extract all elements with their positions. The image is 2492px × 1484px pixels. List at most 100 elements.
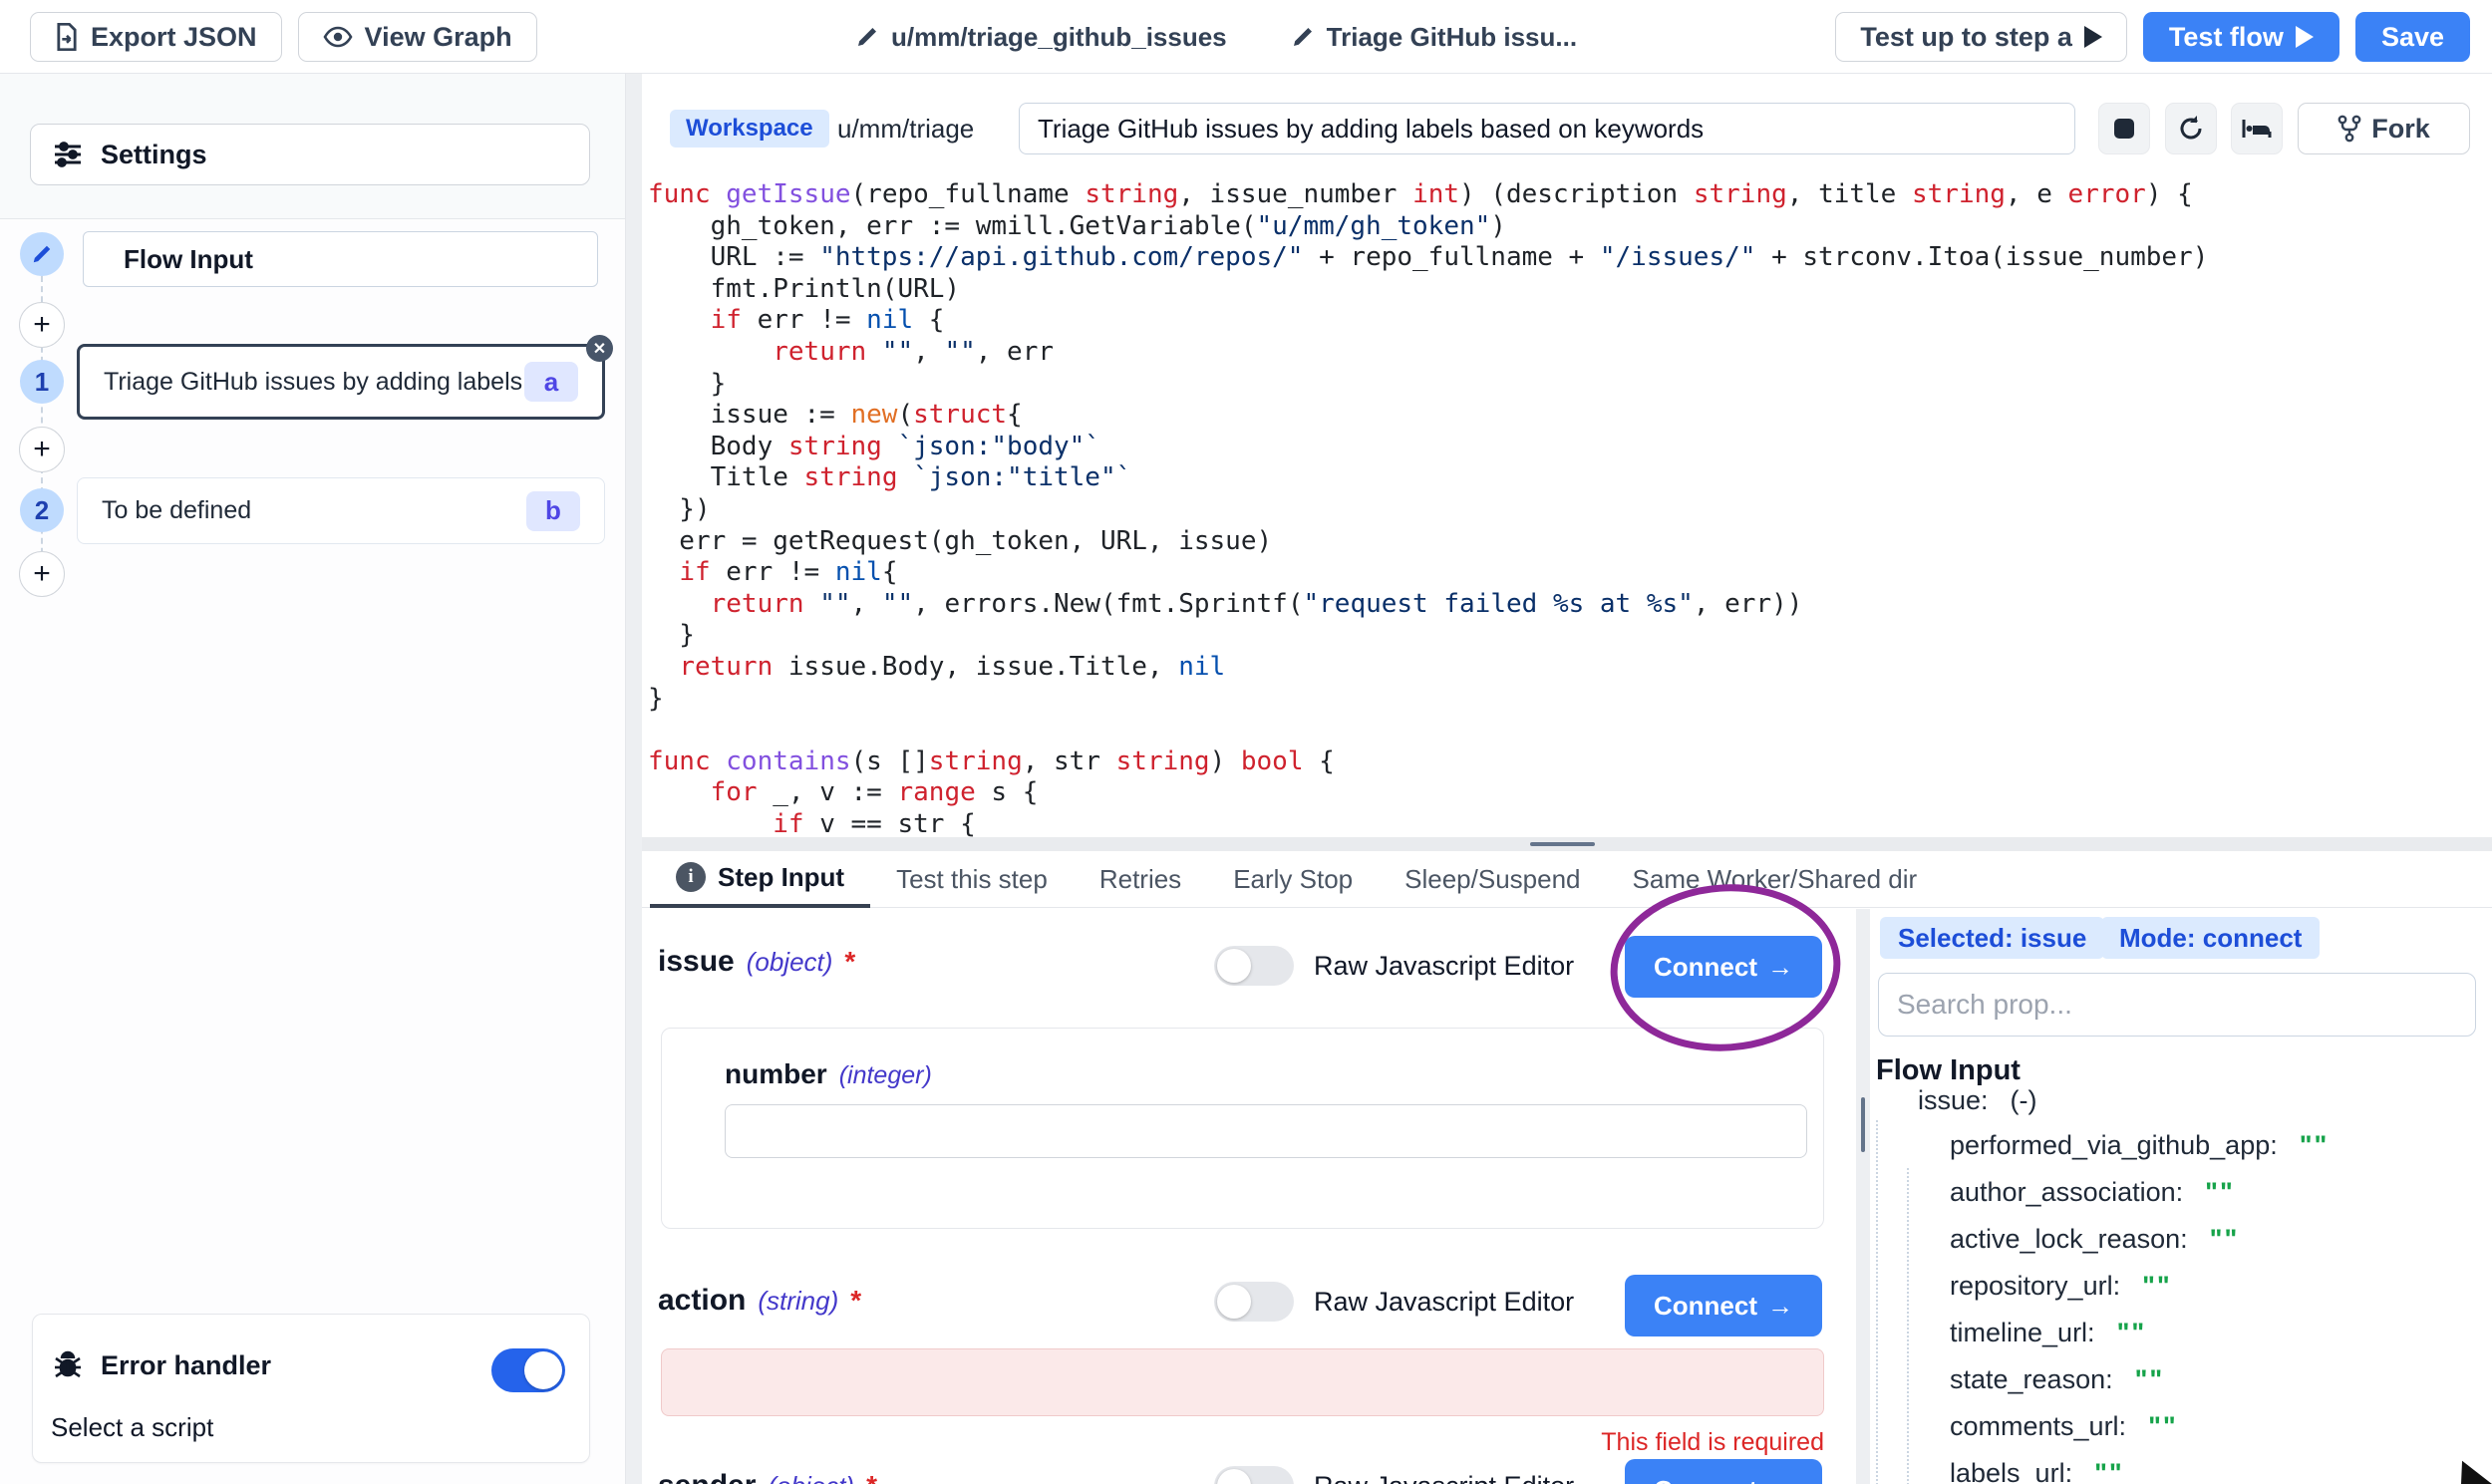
mode-badge: Mode: connect: [2101, 917, 2320, 959]
tree-item-state_reason[interactable]: state_reason:"": [1950, 1362, 2164, 1396]
number-input[interactable]: [725, 1104, 1807, 1158]
prop-key: author_association:: [1950, 1177, 2183, 1208]
error-handler-toggle[interactable]: [491, 1348, 565, 1392]
code-line: func getIssue(repo_fullname string, issu…: [648, 179, 2490, 211]
tab-label: Same Worker/Shared dir: [1633, 864, 1918, 895]
arrow-right-icon: →: [1767, 952, 1793, 983]
tree-item-labels_url[interactable]: labels_url:"": [1950, 1456, 2124, 1484]
tab-step-input[interactable]: i Step Input: [650, 851, 870, 908]
info-icon: i: [676, 862, 706, 892]
arrow-right-icon: →: [1767, 1291, 1793, 1322]
connect-button-sender[interactable]: Connect→: [1625, 1459, 1822, 1484]
step-label: Triage GitHub issues by adding labels ..…: [104, 368, 524, 397]
required-asterisk: *: [866, 1470, 877, 1484]
code-line: }: [648, 684, 2490, 716]
error-handler-card[interactable]: Error handler Select a script: [32, 1314, 590, 1463]
prop-key: repository_url:: [1950, 1271, 2120, 1302]
tree-item-timeline_url[interactable]: timeline_url:"": [1950, 1316, 2146, 1349]
tab-test-this-step[interactable]: Test this step: [870, 851, 1074, 908]
remove-step-button[interactable]: ✕: [586, 335, 613, 362]
tree-item-repository_url[interactable]: repository_url:"": [1950, 1269, 2172, 1303]
field-type-action: (string): [758, 1286, 838, 1317]
error-handler-title: Error handler: [101, 1350, 271, 1381]
action-input-error[interactable]: [661, 1348, 1824, 1416]
view-graph-button[interactable]: View Graph: [298, 12, 537, 62]
step-summary-input[interactable]: [1019, 103, 2075, 154]
code-line: for _, v := range s {: [648, 777, 2490, 809]
play-icon: [2296, 26, 2314, 48]
step-number-1: 1: [20, 360, 64, 404]
resizer-grip[interactable]: [1861, 1097, 1865, 1152]
flow-input-node[interactable]: Flow Input: [83, 231, 598, 287]
step-node-b[interactable]: To be defined b: [77, 477, 605, 544]
step-number-2: 2: [20, 488, 64, 532]
step-input-panel: issue (object) * Raw Javascript Editor C…: [642, 909, 2492, 1484]
connect-button-issue[interactable]: Connect→: [1625, 936, 1822, 998]
export-json-button[interactable]: Export JSON: [30, 12, 282, 62]
pencil-icon: [31, 243, 53, 265]
add-step-button[interactable]: +: [19, 551, 65, 597]
raw-js-label: Raw Javascript Editor: [1314, 951, 1574, 982]
code-editor[interactable]: func getIssue(repo_fullname string, issu…: [648, 179, 2490, 837]
flow-input-node-icon[interactable]: [20, 232, 64, 276]
step-node-a[interactable]: Triage GitHub issues by adding labels ..…: [77, 344, 605, 420]
panel-resizer-horizontal[interactable]: [642, 837, 2492, 851]
code-line: }): [648, 494, 2490, 526]
prop-value: "": [2094, 1458, 2124, 1484]
test-flow-button[interactable]: Test flow: [2143, 12, 2339, 62]
tab-same-worker-shared-dir[interactable]: Same Worker/Shared dir: [1607, 851, 1944, 908]
refresh-icon: [2177, 115, 2205, 143]
raw-js-toggle-sender[interactable]: [1214, 1466, 1294, 1484]
code-line: }: [648, 369, 2490, 401]
breadcrumb: u/mm/triage_github_issues Triage GitHub …: [855, 0, 1577, 74]
test-up-to-step-button[interactable]: Test up to step a: [1835, 12, 2127, 62]
tree-item-author_association[interactable]: author_association:"": [1950, 1175, 2235, 1209]
tab-retries[interactable]: Retries: [1074, 851, 1207, 908]
raw-js-label: Raw Javascript Editor: [1314, 1287, 1574, 1318]
connect-button-action[interactable]: Connect→: [1625, 1275, 1822, 1336]
search-prop-input[interactable]: [1878, 973, 2476, 1037]
code-line: return "", "", err: [648, 337, 2490, 369]
tree-item-active_lock_reason[interactable]: active_lock_reason: "": [1950, 1222, 2239, 1256]
raw-js-toggle-action[interactable]: [1214, 1282, 1294, 1322]
code-line: return "", "", errors.New(fmt.Sprintf("r…: [648, 589, 2490, 621]
tree-item-comments_url[interactable]: comments_url:"": [1950, 1409, 2178, 1443]
breadcrumb-path[interactable]: u/mm/triage_github_issues: [855, 22, 1227, 53]
prop-value: "": [2135, 1364, 2165, 1395]
raw-js-toggle-issue[interactable]: [1214, 946, 1294, 986]
panel-resizer-vertical[interactable]: [626, 74, 642, 1484]
error-handler-subtitle[interactable]: Select a script: [51, 1412, 213, 1443]
stop-button[interactable]: [2098, 103, 2150, 154]
breadcrumb-summary[interactable]: Triage GitHub issu...: [1291, 22, 1577, 53]
top-header: Export JSON View Graph u/mm/triage_githu…: [0, 0, 2492, 74]
view-graph-label: View Graph: [365, 22, 512, 53]
tab-label: Retries: [1099, 864, 1181, 895]
prop-key: comments_url:: [1950, 1411, 2126, 1442]
prop-key: active_lock_reason:: [1950, 1224, 2188, 1255]
settings-button[interactable]: Settings: [30, 124, 590, 185]
add-step-button[interactable]: +: [19, 302, 65, 348]
windmill-flow-editor: Export JSON View Graph u/mm/triage_githu…: [0, 0, 2492, 1484]
connect-panel-resizer[interactable]: [1856, 909, 1870, 1484]
workspace-badge: Workspace: [670, 110, 829, 148]
fork-button[interactable]: Fork: [2298, 103, 2470, 154]
tree-item-performed_via_github_app[interactable]: performed_via_github_app:"": [1950, 1128, 2329, 1162]
code-line: return issue.Body, issue.Title, nil: [648, 652, 2490, 684]
resizer-grip[interactable]: [1530, 842, 1595, 846]
tab-label: Test this step: [896, 864, 1048, 895]
bed-sleep-button[interactable]: [2231, 103, 2283, 154]
code-line: if v == str {: [648, 809, 2490, 837]
save-button[interactable]: Save: [2355, 12, 2470, 62]
tab-early-stop[interactable]: Early Stop: [1207, 851, 1379, 908]
field-type-number: (integer): [839, 1061, 932, 1090]
prop-value: "": [2210, 1224, 2240, 1255]
tree-item-issue[interactable]: issue:(-): [1918, 1083, 2037, 1117]
play-icon: [2084, 26, 2102, 48]
tab-label: Step Input: [718, 862, 844, 893]
refresh-button[interactable]: [2165, 103, 2217, 154]
add-step-button[interactable]: +: [19, 427, 65, 472]
prop-value: "": [2300, 1130, 2330, 1161]
tab-sleep-suspend[interactable]: Sleep/Suspend: [1379, 851, 1606, 908]
step-detail-tabs: i Step Input Test this step Retries Early St…: [642, 851, 2492, 908]
script-path-prefix: u/mm/triage: [837, 114, 974, 145]
